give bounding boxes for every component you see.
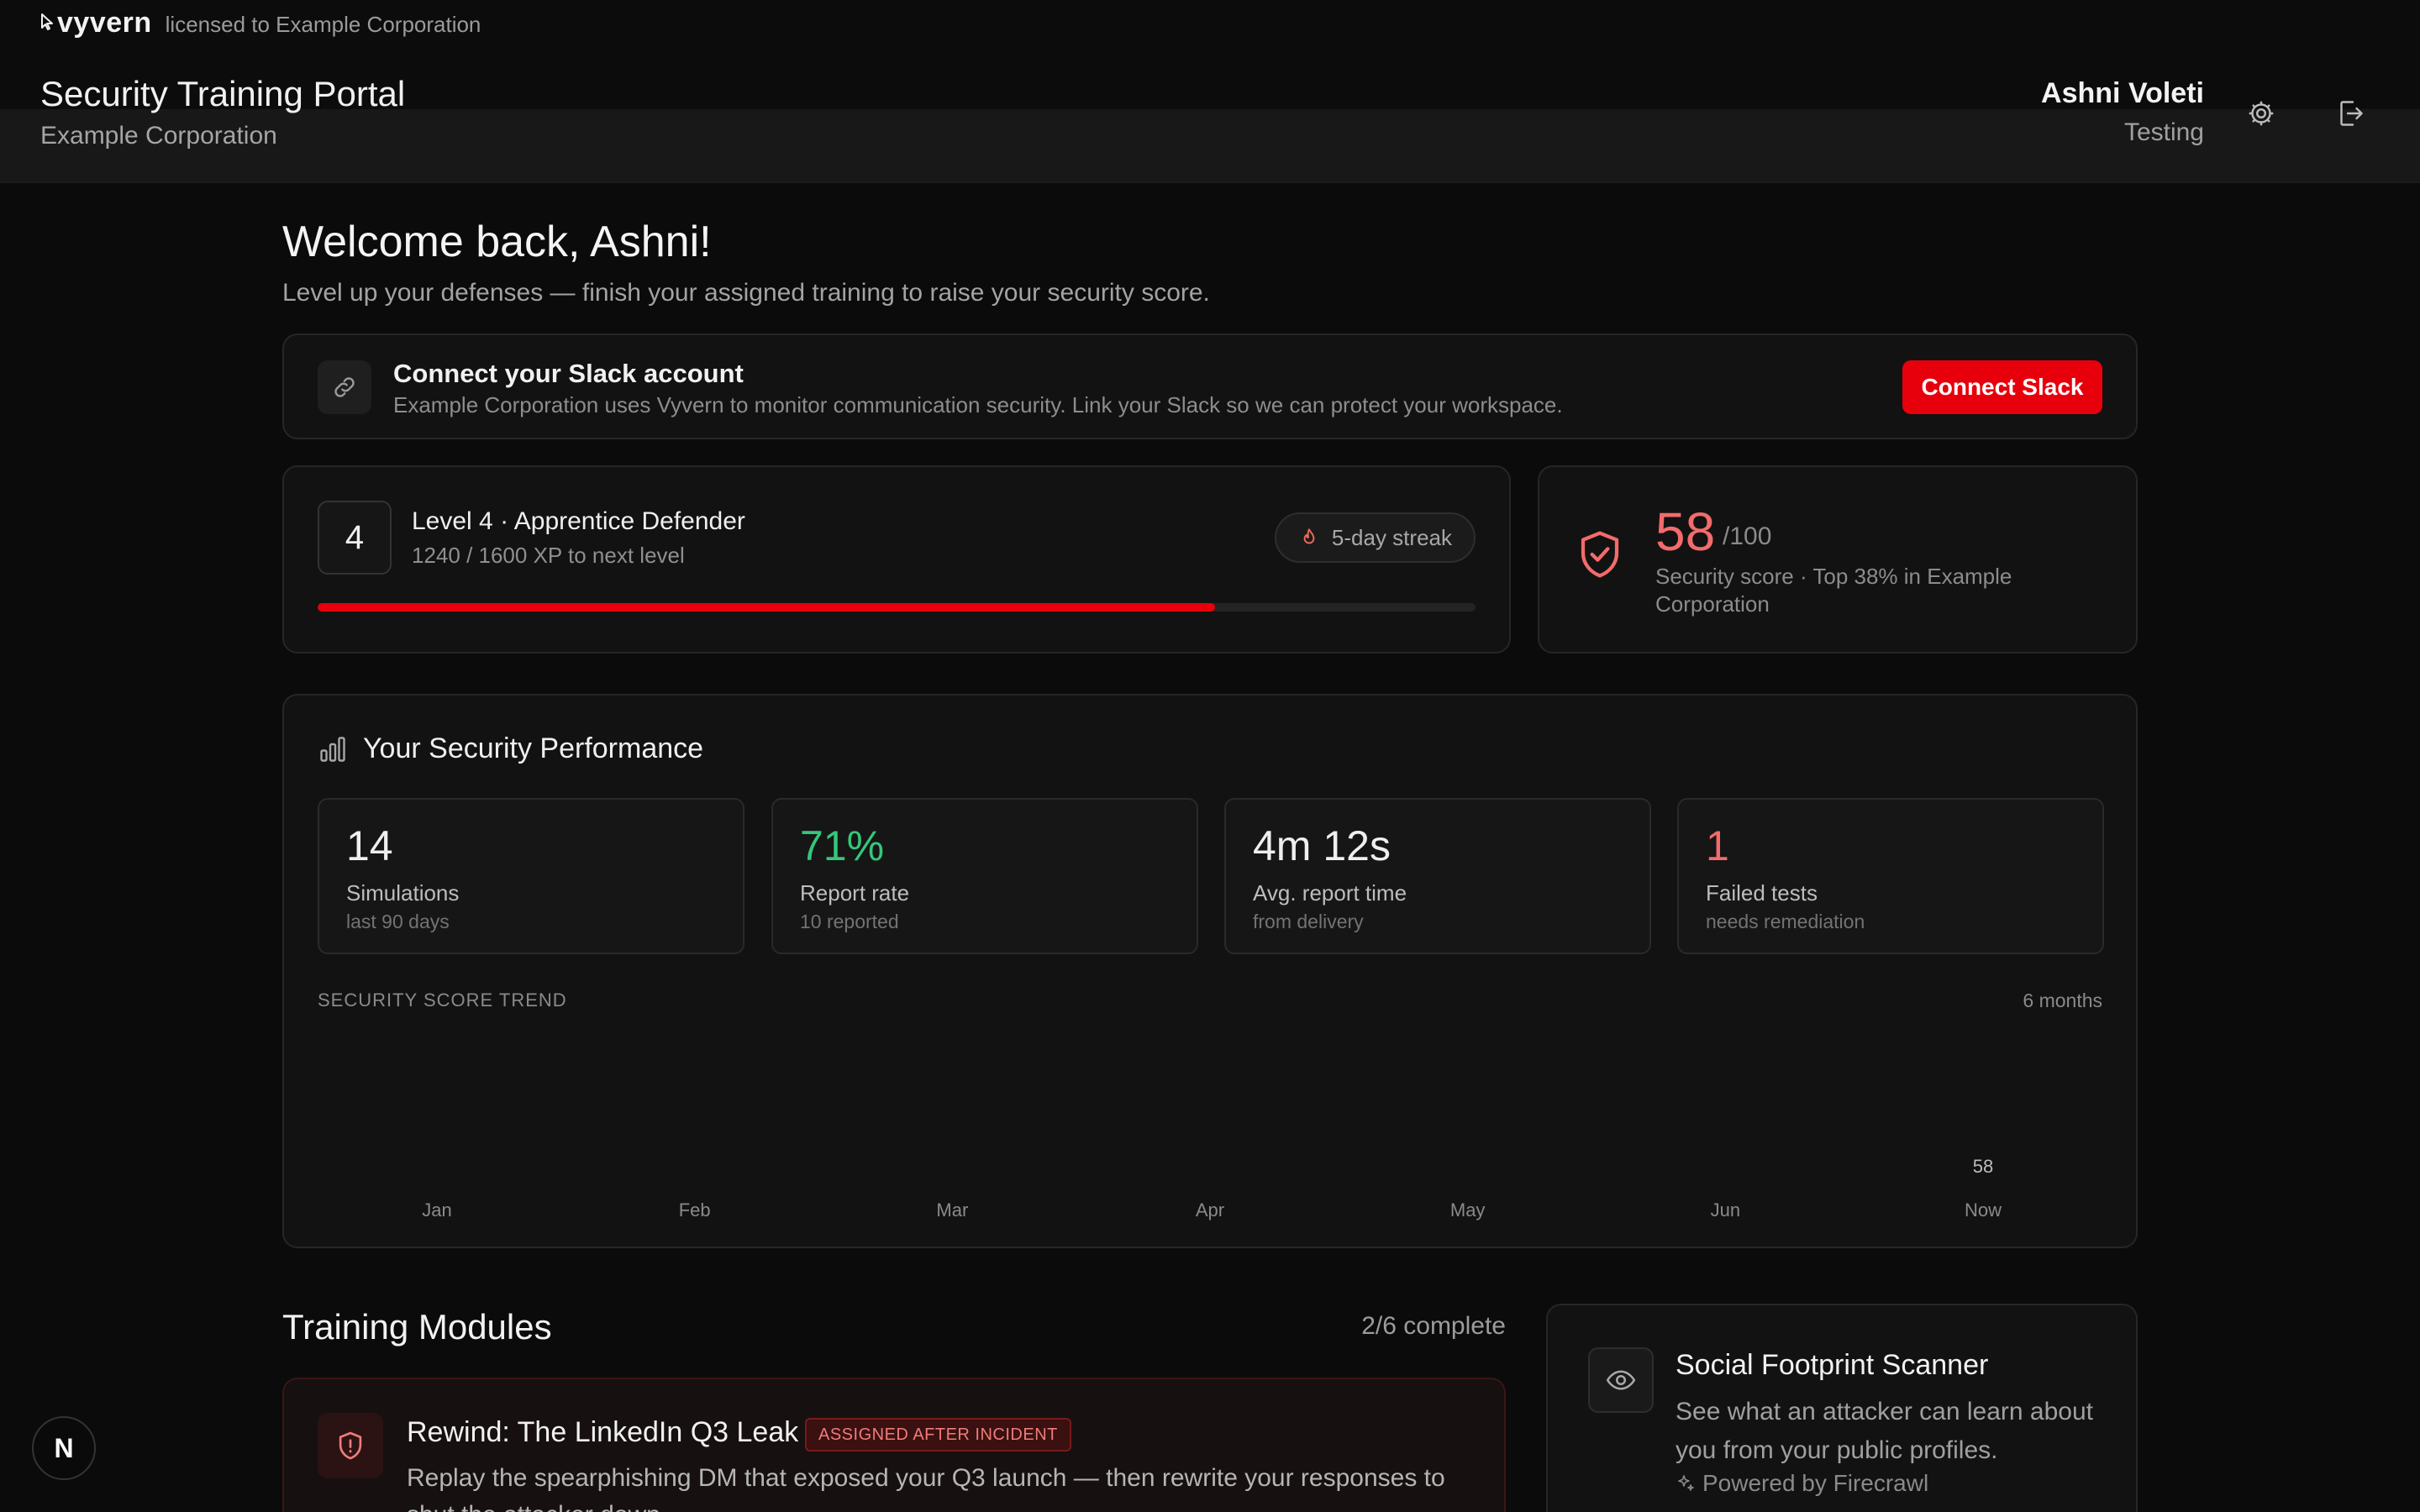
gear-icon [2249, 101, 2274, 126]
license-text: licensed to Example Corporation [165, 12, 481, 37]
stat-label: Failed tests [1706, 880, 1818, 906]
brand-name: vyvern [57, 7, 152, 39]
module-badge: ASSIGNED AFTER INCIDENT [805, 1418, 1071, 1452]
modules-count: 2/6 complete [1361, 1312, 1506, 1340]
stat-report-rate: 71% Report rate 10 reported [771, 798, 1198, 954]
social-scanner-card[interactable]: Social Footprint Scanner See what an att… [1546, 1304, 2138, 1512]
sparkle-icon [1678, 1475, 1694, 1491]
module-title: Rewind: The LinkedIn Q3 Leak [407, 1416, 799, 1448]
page-title: Security Training Portal [40, 74, 406, 113]
trend-label: SECURITY SCORE TREND [318, 990, 567, 1011]
stat-value: 4m 12s [1253, 822, 1391, 869]
score-trend-chart: Jan Feb Mar Apr May Jun Now 58 [318, 1032, 2102, 1221]
performance-card: Your Security Performance 14 Simulations… [282, 694, 2138, 1248]
slack-description: Example Corporation uses Vyvern to monit… [393, 392, 1563, 417]
user-name: Ashni Voleti [2041, 77, 2204, 109]
powered-text: Powered by Firecrawl [1702, 1470, 1929, 1496]
user-role: Testing [2123, 118, 2204, 146]
xp-progress-bar [318, 603, 1476, 612]
stat-label: Avg. report time [1253, 880, 1407, 906]
trend-month-label: Jun [1710, 1200, 1741, 1221]
trend-range: 6 months [2023, 990, 2102, 1011]
stat-simulations: 14 Simulations last 90 days [318, 798, 744, 954]
scanner-powered-by: Powered by Firecrawl [1676, 1470, 1928, 1497]
performance-title: Your Security Performance [363, 732, 704, 764]
stat-failed-tests: 1 Failed tests needs remediation [1677, 798, 2104, 954]
stat-value: 14 [346, 822, 393, 869]
modules-title: Training Modules [282, 1307, 552, 1347]
scanner-description: See what an attacker can learn about you… [1676, 1398, 2093, 1464]
level-xp: 1240 / 1600 XP to next level [412, 543, 685, 568]
module-description: Replay the spearphishing DM that exposed… [407, 1464, 1445, 1512]
dev-tools-badge[interactable]: N [32, 1416, 96, 1480]
streak-badge: 5-day streak [1274, 512, 1476, 563]
connect-slack-button[interactable]: Connect Slack [1902, 360, 2102, 414]
slack-title: Connect your Slack account [393, 359, 744, 388]
cursor-arrow-icon [41, 13, 53, 30]
trend-month-label: Mar [936, 1200, 969, 1221]
xp-progress-fill [318, 603, 1215, 612]
stat-value: 71% [800, 822, 885, 869]
scanner-title: Social Footprint Scanner [1676, 1349, 1989, 1381]
logout-icon [2340, 101, 2363, 126]
stat-label: Simulations [346, 880, 460, 906]
welcome-subtitle: Level up your defenses — finish your ass… [282, 279, 1210, 307]
stat-label: Report rate [800, 880, 910, 906]
score-value: 58 [1655, 501, 1716, 562]
trend-month-label: Now [1964, 1200, 2002, 1221]
settings-button[interactable] [2242, 94, 2281, 133]
brand-logo[interactable]: vyvern [40, 7, 152, 39]
score-max: /100 [1723, 522, 1772, 550]
brand-row: vyvern licensed to Example Corporation [40, 7, 481, 39]
level-card: 4 Level 4 · Apprentice Defender 1240 / 1… [282, 465, 1511, 654]
stat-subtext: 10 reported [800, 911, 899, 932]
performance-header: Your Security Performance [318, 732, 703, 765]
trend-month-label: Jan [422, 1200, 452, 1221]
welcome-section: Welcome back, Ashni! Level up your defen… [282, 217, 2138, 307]
security-score-card: 58 /100 Security score · Top 38% in Exam… [1538, 465, 2138, 654]
top-bar: vyvern licensed to Example Corporation S… [0, 0, 2420, 183]
eye-icon [1588, 1347, 1654, 1413]
welcome-title: Welcome back, Ashni! [282, 218, 712, 266]
module-card[interactable]: Rewind: The LinkedIn Q3 Leak ASSIGNED AF… [282, 1378, 1506, 1512]
stat-subtext: needs remediation [1706, 911, 1865, 932]
org-name: Example Corporation [40, 122, 277, 150]
stat-value: 1 [1706, 822, 1729, 869]
slack-connect-card: Connect your Slack account Example Corpo… [282, 333, 2138, 439]
streak-text: 5-day streak [1331, 524, 1452, 550]
link-icon [318, 360, 371, 414]
bar-chart-icon [320, 736, 345, 762]
flame-icon [1303, 528, 1315, 544]
trend-now-value: 58 [1972, 1156, 1994, 1177]
logout-button[interactable] [2331, 94, 2370, 133]
stat-avg-report-time: 4m 12s Avg. report time from delivery [1224, 798, 1651, 954]
stat-subtext: last 90 days [346, 911, 450, 932]
level-title: Level 4 · Apprentice Defender [412, 507, 745, 535]
trend-month-label: Apr [1195, 1200, 1225, 1221]
shield-check-icon [1573, 528, 1627, 585]
stat-subtext: from delivery [1253, 911, 1364, 932]
trend-month-label: May [1449, 1200, 1486, 1221]
trend-month-label: Feb [678, 1200, 711, 1221]
score-description: Security score · Top 38% in Example Corp… [1655, 564, 2012, 617]
level-number: 4 [318, 501, 392, 575]
user-info: Ashni Voleti Testing [2041, 77, 2204, 147]
shield-alert-icon [318, 1413, 383, 1478]
